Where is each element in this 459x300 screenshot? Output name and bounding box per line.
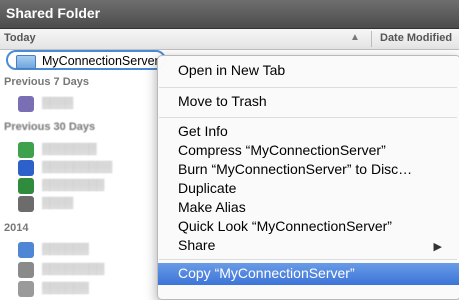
file-name: ▒▒▒▒ [42,97,74,109]
menu-item-compress[interactable]: Compress “MyConnectionServer” [178,142,386,158]
column-header-bar: Today ▲ Date Modified [0,29,459,50]
app-icon [18,281,34,297]
name-column-header[interactable]: Today [4,32,36,44]
app-icon [18,196,34,212]
file-name: ▒▒▒▒▒▒▒▒▒ [42,161,113,173]
selected-file-row[interactable]: MyConnectionServer [6,50,166,70]
menu-item-get-info[interactable]: Get Info [178,123,228,139]
menu-item-share[interactable]: Share [178,237,215,253]
section-previous-7-days: Previous 7 Days [4,76,89,88]
file-name: ▒▒▒▒▒▒ [42,282,89,294]
date-modified-column-header[interactable]: Date Modified [380,32,452,44]
file-name: ▒▒▒▒▒▒▒ [42,143,97,155]
submenu-arrow-icon: ▶ [433,241,442,253]
window-title: Shared Folder [6,5,101,21]
menu-item-duplicate[interactable]: Duplicate [178,180,236,196]
column-divider[interactable] [371,31,372,47]
app-icon [18,160,34,176]
app-icon [18,96,34,112]
menu-item-highlighted[interactable]: Copy “MyConnectionServer” [158,263,459,285]
file-name: ▒▒▒▒▒▒ [42,243,89,255]
menu-item-move-to-trash[interactable]: Move to Trash [178,93,267,109]
app-icon [18,242,34,258]
sort-ascending-icon[interactable]: ▲ [350,32,360,43]
app-icon [18,142,34,158]
menu-separator [159,259,457,260]
file-name: ▒▒▒▒▒▒▒▒ [42,179,105,191]
file-name: ▒▒▒▒▒▒▒▒ [42,263,105,275]
context-menu: Open in New Tab Move to Trash Get Info C… [157,55,459,300]
section-previous-30-days: Previous 30 Days [4,121,96,133]
menu-separator [159,117,457,118]
window-titlebar: Shared Folder [0,0,459,29]
app-icon [18,178,34,194]
app-icon [18,262,34,278]
menu-item-make-alias[interactable]: Make Alias [178,199,246,215]
selected-file-name[interactable]: MyConnectionServer [42,54,159,68]
section-year: 2014 [4,222,29,234]
menu-item-copy[interactable]: Copy “MyConnectionServer” [178,265,355,281]
menu-item-quick-look[interactable]: Quick Look “MyConnectionServer” [178,218,392,234]
menu-separator [159,87,457,88]
folder-icon [16,55,36,69]
menu-item-burn-to-disc[interactable]: Burn “MyConnectionServer” to Disc… [178,161,412,177]
menu-item-open-in-new-tab[interactable]: Open in New Tab [178,62,285,78]
file-name: ▒▒▒▒ [42,197,74,209]
